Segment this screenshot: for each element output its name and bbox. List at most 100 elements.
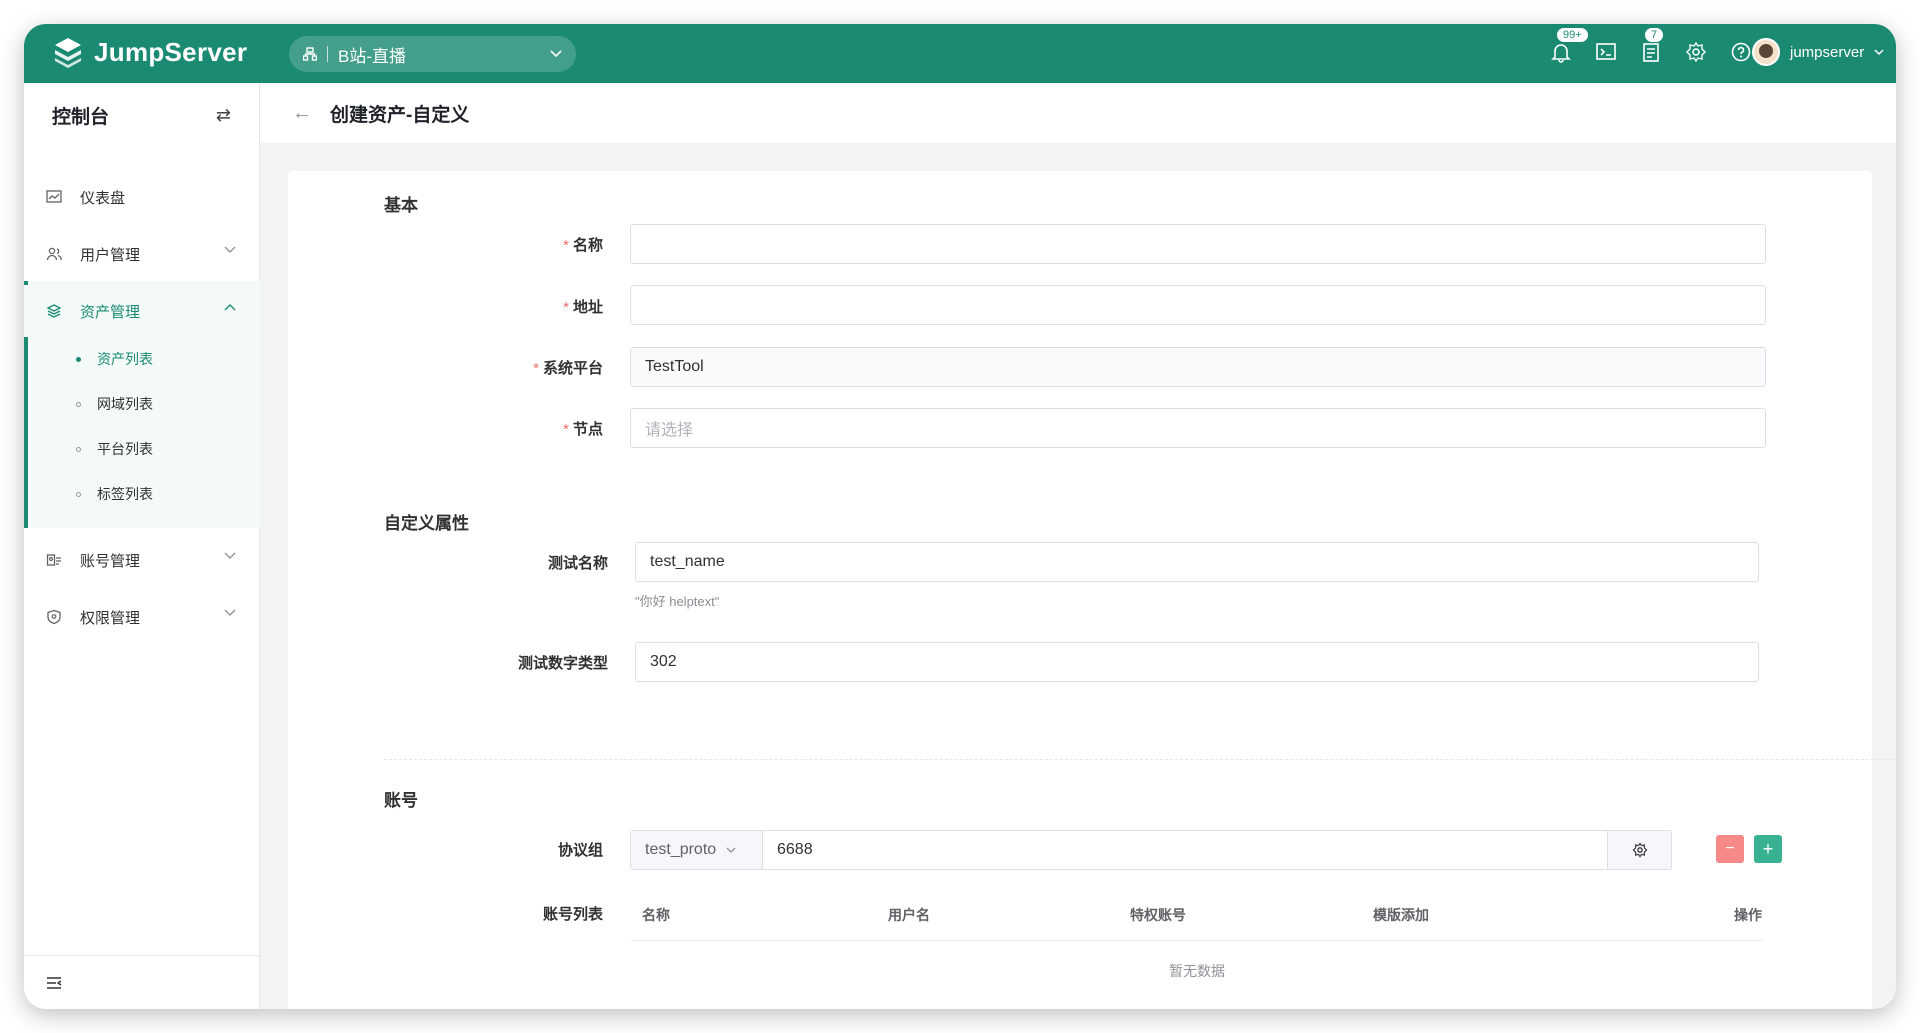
shield-icon <box>47 609 61 625</box>
sidebar-subitem-label: 标签列表 <box>97 486 153 502</box>
section-title-account: 账号 <box>384 791 418 810</box>
accounts-label: 账号列表 <box>542 906 603 923</box>
bullet-icon <box>76 446 81 452</box>
brand-name: JumpServer <box>94 36 248 67</box>
required-mark: * <box>563 299 569 316</box>
test-name-label: 测试名称 <box>547 555 608 572</box>
platform-input[interactable]: TestTool <box>630 347 1766 387</box>
name-label-text: 名称 <box>572 237 603 254</box>
protocol-select[interactable]: test_proto <box>631 831 763 869</box>
sidebar-item-permissions[interactable]: 权限管理 <box>24 591 260 643</box>
sidebar-subitem-platform-list[interactable]: 平台列表 <box>24 427 260 471</box>
username: jumpserver <box>1790 43 1865 61</box>
bullet-icon <box>76 356 81 362</box>
column-header-privileged: 特权账号 <box>1130 907 1186 923</box>
chevron-down-icon <box>726 847 736 853</box>
protocol-label: 协议组 <box>557 842 603 859</box>
protocol-row: test_proto 6688 <box>630 830 1672 870</box>
address-label: * 地址 <box>383 296 603 317</box>
sidebar-footer <box>24 955 260 1009</box>
node-label-text: 节点 <box>572 421 603 438</box>
org-separator <box>327 46 328 62</box>
users-icon <box>46 247 62 261</box>
name-label: * 名称 <box>383 234 603 255</box>
bullet-icon <box>76 491 81 497</box>
collapse-menu-icon[interactable] <box>46 976 62 990</box>
top-navbar: JumpServer B站-直播 99+ 7 jumpserver <box>24 24 1896 83</box>
address-label-text: 地址 <box>572 299 603 316</box>
sidebar-item-accounts[interactable]: 账号管理 <box>24 534 260 586</box>
chevron-down-icon <box>1874 48 1884 55</box>
required-mark: * <box>563 421 569 438</box>
name-input[interactable] <box>630 224 1766 264</box>
protocol-name: test_proto <box>645 841 717 858</box>
terminal-icon <box>1596 43 1616 60</box>
asset-form-card: 基本 * 名称 * 地址 * 系统平台 TestTool * 节点 请选择 自定义属性 … <box>288 171 1896 1009</box>
add-protocol-button[interactable]: + <box>1754 835 1782 863</box>
switch-view-icon[interactable]: ⇄ <box>216 105 231 126</box>
organization-name: B站-直播 <box>338 46 406 66</box>
organization-icon <box>303 47 317 61</box>
dashboard-icon <box>46 190 62 203</box>
chevron-down-icon <box>224 609 236 616</box>
notifications-badge: 99+ <box>1556 27 1589 43</box>
jumpserver-logo-icon <box>55 38 81 68</box>
sidebar-item-label: 用户管理 <box>80 246 141 264</box>
clipboard-icon <box>1643 43 1659 62</box>
app-window: JumpServer B站-直播 99+ 7 jumpserver 控制台 ⇄ … <box>24 24 1896 1009</box>
bell-icon <box>1551 44 1571 63</box>
sidebar-subitem-asset-list[interactable]: 资产列表 <box>24 337 260 381</box>
gear-icon <box>1686 41 1706 63</box>
sidebar-item-dashboard[interactable]: 仪表盘 <box>24 171 260 223</box>
sidebar-item-label: 权限管理 <box>80 609 141 627</box>
sidebar-header: 控制台 ⇄ <box>24 83 259 147</box>
organization-select[interactable]: B站-直播 <box>289 36 576 72</box>
required-mark: * <box>563 237 569 254</box>
notifications-button[interactable]: 99+ <box>1550 27 1589 65</box>
gear-icon <box>1632 842 1647 858</box>
column-header-name: 名称 <box>642 907 670 923</box>
sidebar-subitem-label-list[interactable]: 标签列表 <box>24 472 260 516</box>
section-title-basic: 基本 <box>384 196 418 215</box>
section-divider <box>384 759 1896 760</box>
chevron-down-icon <box>550 50 562 58</box>
avatar <box>1752 38 1780 66</box>
section-title-custom: 自定义属性 <box>384 514 469 533</box>
chevron-down-icon <box>224 552 236 559</box>
tasks-badge: 7 <box>1644 27 1665 43</box>
sidebar-title: 控制台 <box>52 106 110 128</box>
required-mark: * <box>533 360 539 377</box>
sidebar-item-assets[interactable]: 资产管理 <box>24 285 260 337</box>
chevron-down-icon <box>224 246 236 253</box>
remove-protocol-button[interactable]: − <box>1716 835 1744 863</box>
web-terminal-button[interactable] <box>1595 41 1619 65</box>
sidebar-subitem-domain-list[interactable]: 网域列表 <box>24 382 260 426</box>
sidebar-item-label: 账号管理 <box>80 552 141 570</box>
page-header: ← 创建资产-自定义 <box>260 83 1896 143</box>
protocol-port-input[interactable]: 6688 <box>763 831 1607 869</box>
sidebar-item-label: 资产管理 <box>80 303 141 321</box>
address-input[interactable] <box>630 285 1766 325</box>
tasks-button[interactable]: 7 <box>1640 27 1665 65</box>
back-arrow-icon[interactable]: ← <box>292 102 312 125</box>
node-select[interactable]: 请选择 <box>630 408 1766 448</box>
sidebar-subitem-label: 网域列表 <box>97 396 153 412</box>
settings-button[interactable] <box>1685 41 1709 65</box>
user-menu[interactable]: jumpserver <box>1752 38 1884 66</box>
chevron-up-icon <box>224 304 236 311</box>
protocol-settings-button[interactable] <box>1607 831 1671 869</box>
brand-logo[interactable]: JumpServer <box>52 36 247 68</box>
sidebar: 控制台 ⇄ 仪表盘 用户管理 资产管理 资产列表 网域列表 平台列表 标签列表 … <box>24 83 260 1009</box>
test-name-input[interactable]: test_name <box>635 542 1759 582</box>
page-title: 创建资产-自定义 <box>330 104 470 126</box>
platform-label-text: 系统平台 <box>542 360 603 377</box>
assets-icon <box>46 304 62 318</box>
sidebar-item-users[interactable]: 用户管理 <box>24 228 260 280</box>
sidebar-item-label: 仪表盘 <box>80 189 126 207</box>
node-label: * 节点 <box>383 418 603 439</box>
test-number-label: 测试数字类型 <box>517 655 608 672</box>
bullet-icon <box>76 401 81 407</box>
column-header-template: 模版添加 <box>1373 907 1429 923</box>
test-number-input[interactable]: 302 <box>635 642 1759 682</box>
help-button[interactable] <box>1730 41 1754 65</box>
